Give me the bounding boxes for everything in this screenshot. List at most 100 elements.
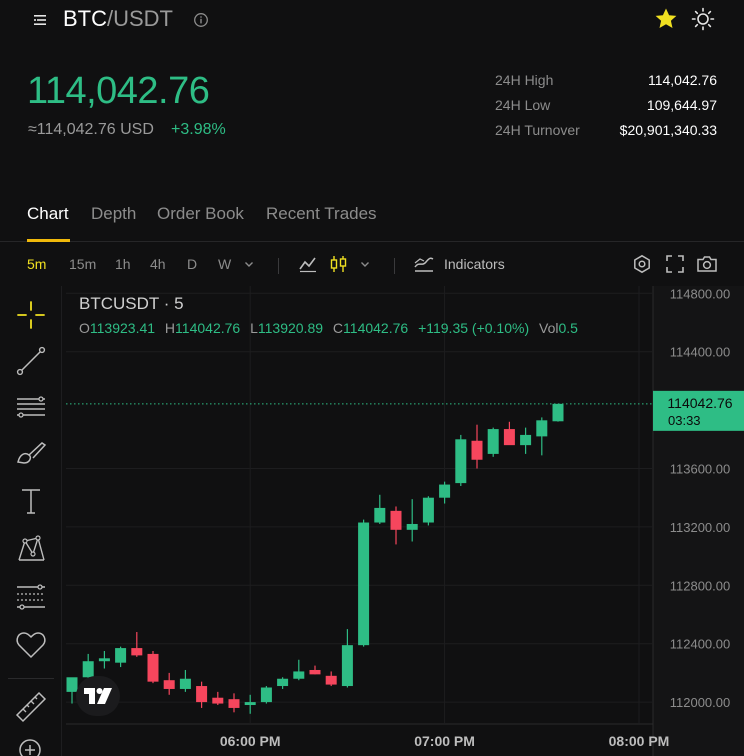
candle-body [552, 403, 564, 422]
candle-body [147, 653, 159, 682]
pair-selector[interactable]: BTC/USDT [63, 6, 173, 32]
trend-line-icon [16, 346, 46, 376]
chevron-down-icon[interactable] [359, 258, 371, 270]
candle-body [390, 510, 402, 530]
stat-value: $20,901,340.33 [619, 122, 717, 138]
indicators-button[interactable]: Indicators [444, 256, 505, 272]
zoom-in-tool[interactable] [14, 734, 48, 756]
fib-lines-tool[interactable] [14, 390, 48, 424]
tab-recent-trades[interactable]: Recent Trades [266, 204, 377, 224]
chart-area[interactable]: 114800.00 114400.00 113600.00 113200.00 1128… [66, 286, 744, 756]
last-price-tag-value: 114042.76 [667, 395, 732, 411]
legend-symbol: BTCUSDT · 5 [79, 294, 184, 313]
legend-open: 113923.41 [89, 320, 156, 336]
candle-body [439, 484, 451, 498]
candle-chart-icon[interactable] [329, 254, 349, 274]
timeframe-4h[interactable]: 4h [150, 256, 166, 272]
stat-high: 24H High 114,042.76 [495, 70, 717, 95]
candle-body [406, 523, 418, 530]
y-tick-label: 113600.00 [670, 462, 731, 477]
line-chart-icon[interactable] [298, 254, 318, 274]
y-tick-label: 112000.00 [670, 695, 731, 710]
info-icon[interactable] [193, 12, 209, 28]
brush-tool[interactable] [14, 436, 48, 470]
timeframe-5m[interactable]: 5m [27, 256, 46, 272]
y-tick-label: 112800.00 [670, 578, 731, 593]
candle-body [455, 439, 467, 484]
candle-body [341, 645, 353, 687]
candle-body [196, 686, 208, 703]
candlestick-chart[interactable]: 114800.00 114400.00 113600.00 113200.00 1128… [66, 286, 744, 756]
stat-label: 24H Turnover [495, 122, 580, 138]
y-tick-label: 114400.00 [670, 345, 731, 360]
pattern-icon [18, 535, 45, 561]
timeframe-1h[interactable]: 1h [115, 256, 131, 272]
x-tick-label: 07:00 PM [414, 733, 475, 749]
timeframe-w[interactable]: W [218, 256, 231, 272]
candle-body [309, 669, 321, 675]
y-tick-label: 114800.00 [670, 286, 731, 301]
tradingview-logo[interactable] [76, 676, 120, 716]
chart-toolbar: 5m 15m 1h 4h D W Indicators [0, 244, 744, 284]
timeframe-d[interactable]: D [187, 256, 197, 272]
text-tool[interactable] [14, 484, 48, 518]
usd-price: ≈114,042.76 USD [28, 121, 154, 138]
star-icon[interactable] [653, 6, 679, 32]
pair-base: BTC [63, 6, 107, 31]
legend-low: 113920.89 [257, 320, 324, 336]
stat-label: 24H High [495, 72, 554, 88]
ruler-icon [15, 691, 47, 723]
y-tick-label: 112400.00 [670, 637, 731, 652]
tab-depth[interactable]: Depth [91, 204, 136, 224]
zoom-in-icon [19, 739, 41, 756]
candle-body [228, 699, 240, 708]
crosshair-icon [17, 301, 45, 329]
stat-low: 24H Low 109,644.97 [495, 95, 717, 120]
text-icon [22, 489, 40, 514]
tools-divider [8, 678, 54, 679]
candle-body [131, 648, 143, 656]
candle-body [358, 522, 370, 646]
legend-ohlc: O113923.41 H114042.76 L113920.89 C114042… [79, 320, 578, 336]
drawing-tools-sidebar [0, 286, 62, 756]
legend-close: 114042.76 [343, 320, 409, 336]
header: BTC/USDT [0, 0, 744, 40]
legend-o-label: O [79, 320, 90, 336]
tab-chart[interactable]: Chart [27, 204, 69, 224]
fullscreen-icon[interactable] [665, 254, 685, 274]
candle-body [325, 675, 337, 685]
trend-line-tool[interactable] [14, 344, 48, 378]
brush-icon [17, 442, 47, 464]
candle-body [503, 429, 515, 446]
favorites-tool[interactable] [14, 628, 48, 662]
candle-body [115, 648, 127, 663]
price-change: +3.98% [171, 121, 226, 138]
candle-body [471, 440, 483, 460]
toolbar-divider [278, 258, 279, 274]
timeframe-15m[interactable]: 15m [69, 256, 96, 272]
tab-order-book[interactable]: Order Book [157, 204, 244, 224]
favorites-heart-icon [16, 632, 46, 659]
pattern-tool[interactable] [14, 532, 48, 566]
measure-icon [17, 584, 45, 610]
sun-icon[interactable] [690, 6, 716, 32]
stats-panel: 24H High 114,042.76 24H Low 109,644.97 2… [495, 70, 717, 145]
fib-lines-icon [17, 396, 45, 418]
ruler-tool[interactable] [14, 690, 48, 724]
candle-body [487, 429, 499, 454]
active-tab-indicator [27, 239, 70, 242]
menu-icon[interactable] [32, 12, 48, 28]
legend-change: +119.35 (+0.10%) [418, 320, 530, 336]
chevron-down-icon[interactable] [243, 258, 255, 270]
candle-body [374, 507, 386, 523]
camera-icon[interactable] [696, 253, 718, 275]
indicators-icon[interactable] [413, 253, 435, 275]
legend-c-label: C [332, 320, 344, 336]
candle-body [82, 661, 94, 678]
candle-body [179, 678, 191, 689]
measure-tool[interactable] [14, 580, 48, 614]
legend-l-label: L [250, 320, 258, 336]
settings-icon[interactable] [632, 254, 652, 274]
crosshair-tool[interactable] [14, 298, 48, 332]
candle-body [244, 702, 256, 706]
